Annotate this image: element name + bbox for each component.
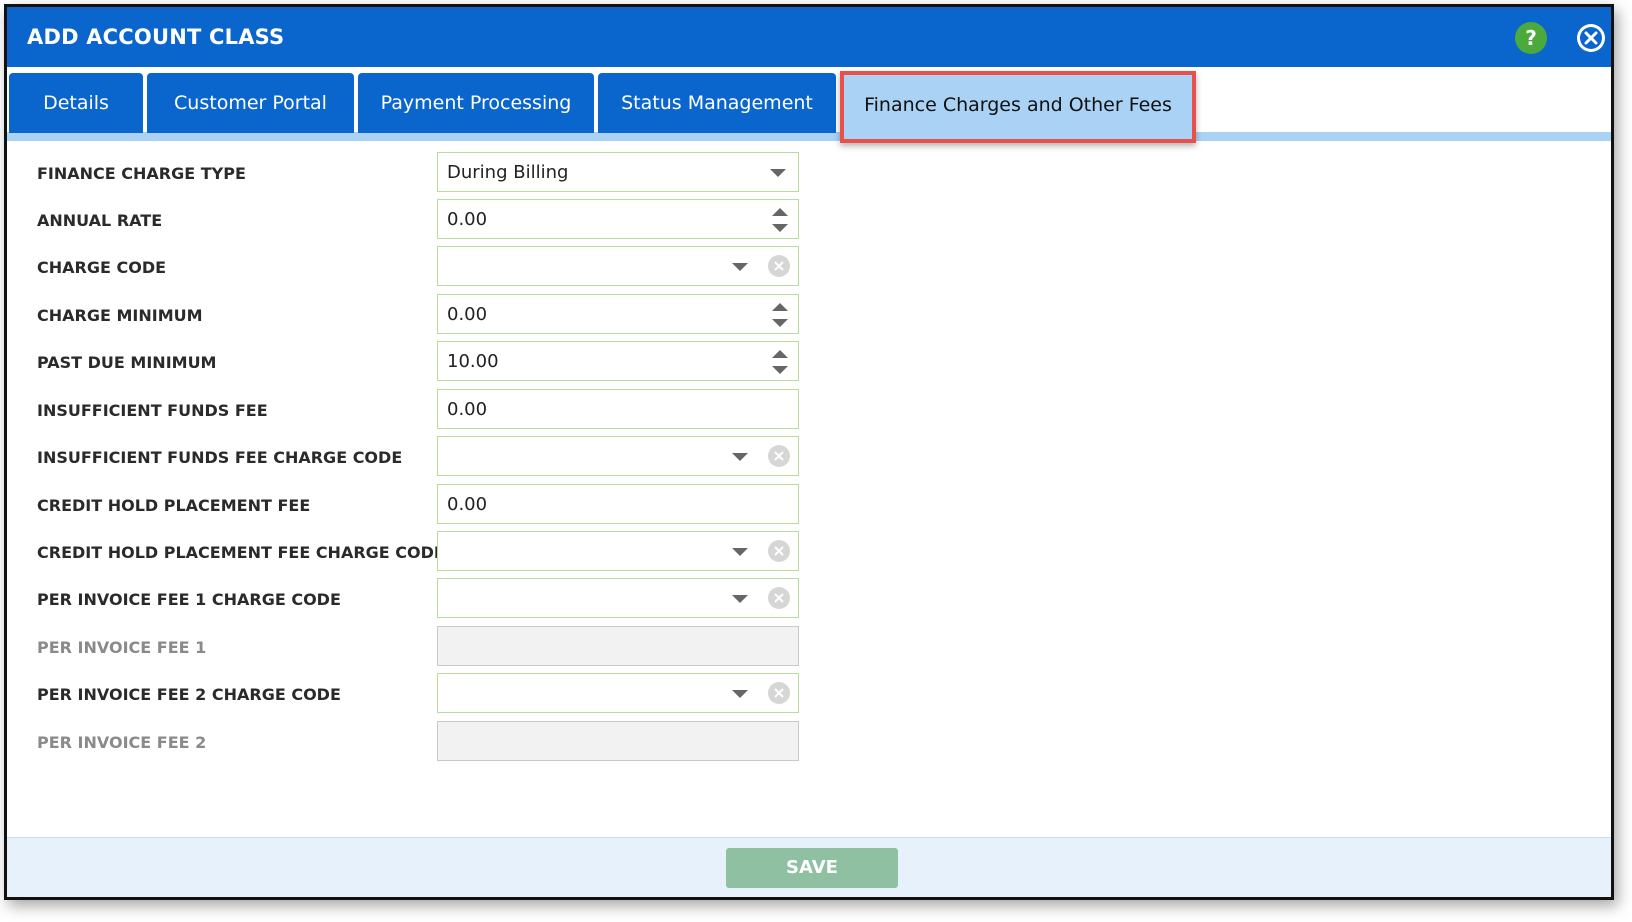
tab-finance-charges[interactable]: Finance Charges and Other Fees	[840, 71, 1196, 143]
finance-charge-type-label: FINANCE CHARGE TYPE	[37, 164, 246, 183]
credit-hold-placement-fee-value: 0.00	[447, 494, 488, 515]
tab-underline	[7, 132, 1611, 141]
tab-payment-processing[interactable]: Payment Processing	[358, 73, 594, 133]
credit-hold-placement-fee-input[interactable]: 0.00	[437, 484, 799, 524]
credit-hold-placement-fee-charge-code-label: CREDIT HOLD PLACEMENT FEE CHARGE CODE	[37, 543, 445, 562]
per-invoice-fee-1-label: PER INVOICE FEE 1	[37, 638, 207, 657]
charge-minimum-value: 0.00	[447, 304, 488, 325]
charge-minimum-label: CHARGE MINIMUM	[37, 306, 203, 325]
per-invoice-fee-2-charge-code-select[interactable]	[437, 673, 799, 713]
clear-icon[interactable]	[768, 255, 790, 277]
annual-rate-value: 0.00	[447, 209, 488, 230]
clear-icon[interactable]	[768, 587, 790, 609]
chevron-down-icon[interactable]	[732, 263, 748, 271]
credit-hold-placement-fee-charge-code-select[interactable]	[437, 531, 799, 571]
clear-icon[interactable]	[768, 540, 790, 562]
form-row-per-invoice-fee-1: PER INVOICE FEE 1	[7, 626, 1611, 666]
tab-status-management[interactable]: Status Management	[598, 73, 836, 133]
spinner-icon[interactable]	[772, 348, 788, 376]
form-row-charge-minimum: CHARGE MINIMUM 0.00	[7, 294, 1611, 334]
form-row-finance-charge-type: FINANCE CHARGE TYPE During Billing	[7, 152, 1611, 192]
per-invoice-fee-1-input	[437, 626, 799, 666]
spinner-icon[interactable]	[772, 206, 788, 234]
annual-rate-input[interactable]: 0.00	[437, 199, 799, 239]
insufficient-funds-fee-charge-code-label: INSUFFICIENT FUNDS FEE CHARGE CODE	[37, 448, 403, 467]
dialog-title: ADD ACCOUNT CLASS	[27, 25, 285, 49]
form-row-insufficient-funds-fee-charge-code: INSUFFICIENT FUNDS FEE CHARGE CODE	[7, 436, 1611, 476]
form-row-per-invoice-fee-2: PER INVOICE FEE 2	[7, 721, 1611, 761]
per-invoice-fee-1-charge-code-label: PER INVOICE FEE 1 CHARGE CODE	[37, 590, 341, 609]
save-button[interactable]: SAVE	[726, 848, 898, 888]
insufficient-funds-fee-input[interactable]: 0.00	[437, 389, 799, 429]
past-due-minimum-value: 10.00	[447, 351, 499, 372]
form-row-insufficient-funds-fee: INSUFFICIENT FUNDS FEE 0.00	[7, 389, 1611, 429]
spinner-icon[interactable]	[772, 301, 788, 329]
form-row-past-due-minimum: PAST DUE MINIMUM 10.00	[7, 341, 1611, 381]
finance-charge-type-select[interactable]: During Billing	[437, 152, 799, 192]
finance-charge-type-value: During Billing	[447, 162, 569, 183]
chevron-down-icon[interactable]	[732, 453, 748, 461]
close-circle-icon[interactable]	[1575, 22, 1607, 54]
form-row-annual-rate: ANNUAL RATE 0.00	[7, 199, 1611, 239]
form-row-credit-hold-placement-fee: CREDIT HOLD PLACEMENT FEE 0.00	[7, 484, 1611, 524]
per-invoice-fee-2-input	[437, 721, 799, 761]
form-row-charge-code: CHARGE CODE	[7, 246, 1611, 286]
per-invoice-fee-2-charge-code-label: PER INVOICE FEE 2 CHARGE CODE	[37, 685, 341, 704]
form-row-credit-hold-placement-fee-charge-code: CREDIT HOLD PLACEMENT FEE CHARGE CODE	[7, 531, 1611, 571]
past-due-minimum-label: PAST DUE MINIMUM	[37, 353, 217, 372]
insufficient-funds-fee-charge-code-select[interactable]	[437, 436, 799, 476]
tab-details[interactable]: Details	[9, 73, 143, 133]
annual-rate-label: ANNUAL RATE	[37, 211, 163, 230]
charge-minimum-input[interactable]: 0.00	[437, 294, 799, 334]
credit-hold-placement-fee-label: CREDIT HOLD PLACEMENT FEE	[37, 496, 311, 515]
form-row-per-invoice-fee-1-charge-code: PER INVOICE FEE 1 CHARGE CODE	[7, 578, 1611, 618]
chevron-down-icon[interactable]	[732, 548, 748, 556]
per-invoice-fee-2-label: PER INVOICE FEE 2	[37, 733, 207, 752]
insufficient-funds-fee-label: INSUFFICIENT FUNDS FEE	[37, 401, 268, 420]
clear-icon[interactable]	[768, 682, 790, 704]
clear-icon[interactable]	[768, 445, 790, 467]
question-icon[interactable]: ?	[1515, 22, 1547, 54]
add-account-class-dialog: ADD ACCOUNT CLASS ? Details Customer Por…	[4, 4, 1614, 900]
chevron-down-icon[interactable]	[732, 595, 748, 603]
tab-customer-portal[interactable]: Customer Portal	[147, 73, 354, 133]
insufficient-funds-fee-value: 0.00	[447, 399, 488, 420]
charge-code-select[interactable]	[437, 246, 799, 286]
charge-code-label: CHARGE CODE	[37, 258, 167, 277]
dialog-titlebar: ADD ACCOUNT CLASS ?	[7, 7, 1611, 67]
form-row-per-invoice-fee-2-charge-code: PER INVOICE FEE 2 CHARGE CODE	[7, 673, 1611, 713]
past-due-minimum-input[interactable]: 10.00	[437, 341, 799, 381]
per-invoice-fee-1-charge-code-select[interactable]	[437, 578, 799, 618]
chevron-down-icon[interactable]	[770, 169, 786, 177]
dialog-footer: SAVE	[7, 837, 1611, 897]
chevron-down-icon[interactable]	[732, 690, 748, 698]
